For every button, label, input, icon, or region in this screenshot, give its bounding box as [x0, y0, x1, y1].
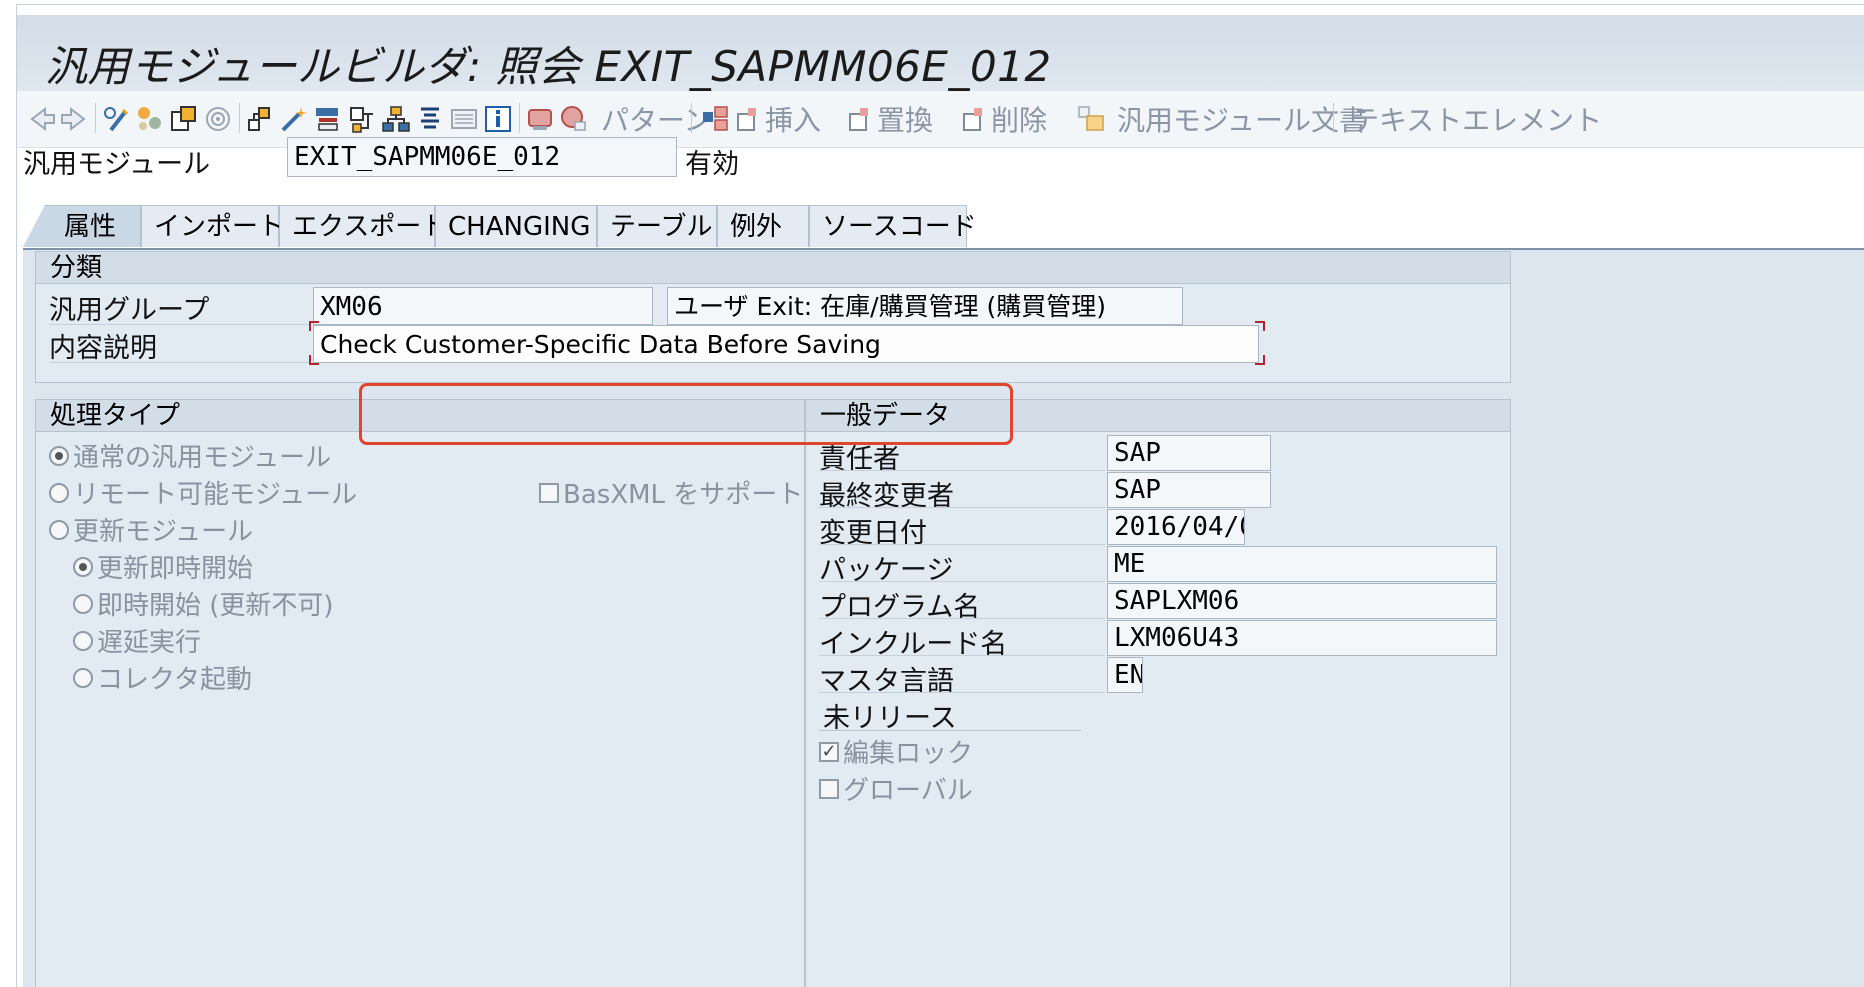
exception-icon[interactable] — [525, 101, 555, 137]
back-arrow-icon[interactable] — [27, 101, 57, 137]
short-text-input[interactable]: Check Customer-Specific Data Before Savi… — [313, 325, 1259, 363]
status-text: 有効 — [685, 149, 739, 180]
tab-export[interactable]: エクスポート — [279, 205, 447, 247]
insert-button[interactable]: 挿入 — [735, 101, 821, 137]
checkbox-icon — [819, 778, 839, 799]
where-used-icon[interactable] — [203, 101, 233, 137]
tab-attributes[interactable]: 属性 — [23, 205, 141, 247]
function-group-text: ユーザ Exit: 在庫/購買管理 (購買管理) — [667, 287, 1183, 325]
object-list-icon[interactable] — [169, 101, 199, 137]
radio-collector-run[interactable]: コレクタ起動 — [73, 659, 252, 696]
radio-icon — [49, 519, 69, 540]
function-module-label: 汎用モジュール — [23, 149, 211, 180]
title-bar: 汎用モジュールビルダ: 照会 EXIT_SAPMM06E_012 — [17, 15, 1864, 94]
checkbox-icon — [539, 482, 559, 503]
display-change-icon[interactable] — [101, 101, 131, 137]
package-field[interactable]: ME — [1107, 546, 1497, 582]
basxml-checkbox[interactable]: BasXML をサポート — [539, 474, 803, 511]
text-elements-button[interactable]: テキストエレメント — [1347, 101, 1602, 137]
org-structure-icon[interactable] — [381, 101, 411, 137]
checkmark-icon: ✓ — [819, 741, 839, 762]
master-language-field[interactable]: EN — [1107, 657, 1143, 693]
function-module-docs-button[interactable]: 汎用モジュール文書 — [1073, 101, 1367, 137]
display-object-list-icon[interactable] — [347, 101, 377, 137]
radio-icon — [73, 556, 93, 577]
tab-import[interactable]: インポート — [141, 205, 284, 247]
hierarchy-icon[interactable] — [245, 101, 275, 137]
tab-changing[interactable]: CHANGING — [435, 205, 597, 247]
edit-lock-checkbox[interactable]: ✓ 編集ロック — [819, 733, 973, 770]
radio-immediate-start-no-restart[interactable]: 即時開始 (更新不可) — [73, 585, 334, 622]
radio-icon — [49, 482, 69, 503]
pattern-button[interactable]: パターン — [597, 101, 712, 137]
radio-normal-function-module[interactable]: 通常の汎用モジュール — [49, 437, 331, 474]
delete-button[interactable]: 削除 — [961, 101, 1047, 137]
program-name-field[interactable]: SAPLXM06 — [1107, 583, 1497, 619]
radio-start-delayed[interactable]: 遅延実行 — [73, 622, 201, 659]
function-group-field[interactable]: XM06 — [313, 287, 653, 325]
classification-title: 分類 — [36, 252, 1510, 284]
function-group-label: 汎用グループ — [49, 295, 210, 326]
changed-on-field[interactable]: 2016/04/05 — [1107, 509, 1245, 545]
stop-icon[interactable] — [559, 101, 589, 137]
radio-remote-enabled-module[interactable]: リモート可能モジュール — [49, 474, 357, 511]
forward-arrow-icon[interactable] — [59, 101, 89, 137]
pattern-hierarchy-icon[interactable] — [701, 101, 731, 137]
radio-start-immediately[interactable]: 更新即時開始 — [73, 548, 253, 585]
global-checkbox[interactable]: グローバル — [819, 770, 973, 807]
person-responsible-field[interactable]: SAP — [1107, 435, 1271, 471]
sap-window: 汎用モジュールビルダ: 照会 EXIT_SAPMM06E_012 パターン 挿入… — [16, 4, 1864, 987]
highlight-annotation — [359, 383, 1013, 445]
radio-icon — [73, 667, 93, 688]
replace-button[interactable]: 置換 — [847, 101, 933, 137]
include-name-field[interactable]: LXM06U43 — [1107, 620, 1497, 656]
radio-update-module[interactable]: 更新モジュール — [49, 511, 253, 548]
info-icon[interactable] — [483, 101, 513, 137]
tab-tables[interactable]: テーブル — [597, 205, 717, 247]
last-changed-by-field[interactable]: SAP — [1107, 472, 1271, 508]
navigation-window-icon[interactable] — [313, 101, 343, 137]
radio-icon — [73, 593, 93, 614]
test-wand-icon[interactable] — [279, 101, 309, 137]
function-module-field[interactable]: EXIT_SAPMM06E_012 — [287, 137, 677, 177]
frame-icon[interactable] — [449, 101, 479, 137]
radio-icon — [73, 630, 93, 651]
pretty-printer-icon[interactable] — [415, 101, 445, 137]
other-object-icon[interactable] — [135, 101, 165, 137]
window-title: 汎用モジュールビルダ: 照会 EXIT_SAPMM06E_012 — [45, 42, 1052, 91]
short-text-label: 内容説明 — [49, 333, 157, 364]
tab-source-code[interactable]: ソースコード — [809, 205, 977, 247]
radio-icon — [49, 445, 69, 466]
tab-exceptions[interactable]: 例外 — [717, 205, 809, 247]
